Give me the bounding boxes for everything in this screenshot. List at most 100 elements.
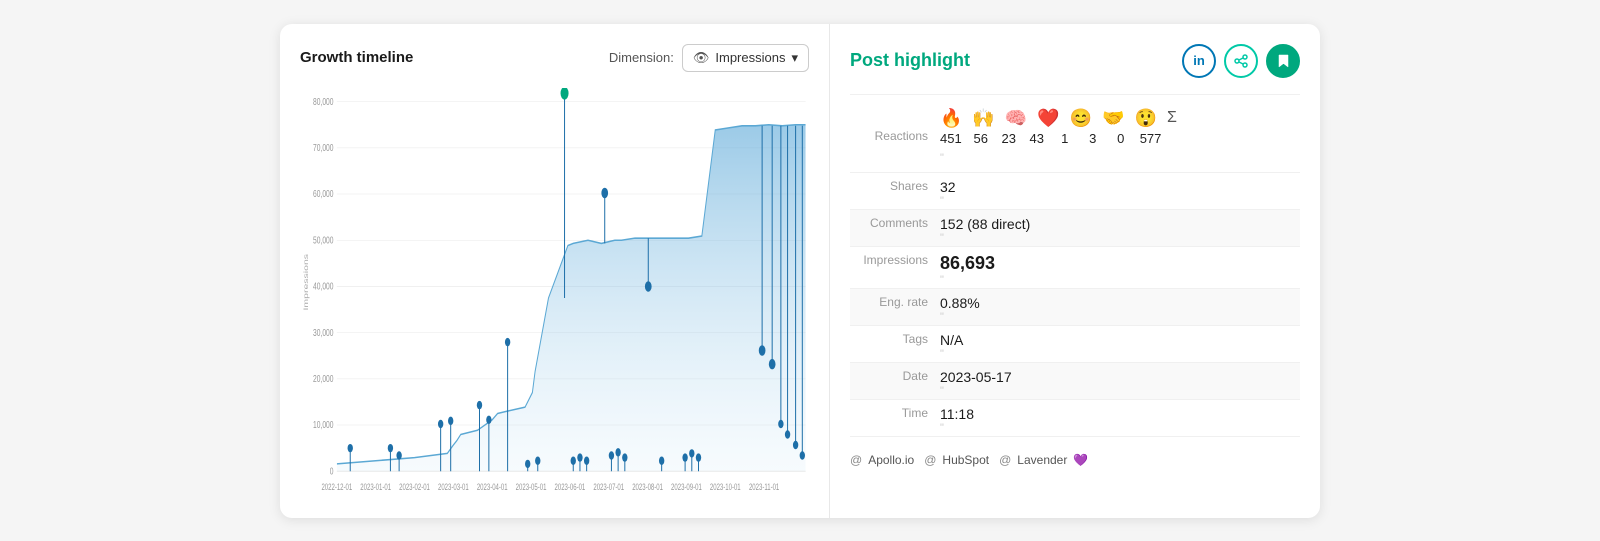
shares-sub: " <box>940 195 1300 207</box>
reaction-icon-smile: 😊 <box>1070 109 1092 127</box>
svg-text:2023-07-01: 2023-07-01 <box>593 481 624 492</box>
svg-text:2023-04-01: 2023-04-01 <box>477 481 508 492</box>
svg-text:2023-08-01: 2023-08-01 <box>632 481 663 492</box>
share-icon <box>1234 54 1248 68</box>
svg-text:2023-06-01: 2023-06-01 <box>555 481 586 492</box>
eye-icon: 👁 <box>693 50 710 66</box>
chart-title: Growth timeline <box>300 49 413 66</box>
tag-apollo-link[interactable]: Apollo.io <box>868 453 914 467</box>
svg-text:60,000: 60,000 <box>313 187 334 199</box>
eng-rate-value-col: 0.88% " <box>940 289 1300 325</box>
impressions-row: Impressions 86,693 " <box>850 247 1300 289</box>
impressions-sub: " <box>940 274 1300 286</box>
date-sub: " <box>940 385 1300 397</box>
dimension-value: Impressions <box>715 50 785 65</box>
time-value: 11:18 <box>940 406 1300 422</box>
tag-lavender-link[interactable]: Lavender <box>1017 453 1067 467</box>
header-actions: in <box>1182 44 1300 78</box>
comments-label: Comments <box>850 210 940 246</box>
svg-text:2023-09-01: 2023-09-01 <box>671 481 702 492</box>
eng-rate-value: 0.88% <box>940 295 1300 311</box>
eng-rate-sub: " <box>940 311 1300 323</box>
svg-text:20,000: 20,000 <box>313 372 334 384</box>
tag-at-apollo: @ <box>850 453 862 467</box>
date-label: Date <box>850 363 940 399</box>
right-panel: Post highlight in <box>830 24 1320 518</box>
bookmark-button[interactable] <box>1266 44 1300 78</box>
shares-row: Shares 32 " <box>850 173 1300 210</box>
svg-text:2023-11-01: 2023-11-01 <box>749 481 780 492</box>
dimension-dropdown[interactable]: 👁 Impressions ▾ <box>682 44 809 72</box>
reaction-icon-fire: 🔥 <box>940 109 962 127</box>
tag-at-hubspot: @ <box>924 453 936 467</box>
svg-text:2023-02-01: 2023-02-01 <box>399 481 430 492</box>
svg-text:0: 0 <box>330 464 334 476</box>
comments-row: Comments 152 (88 direct) " <box>850 210 1300 247</box>
time-sub: " <box>940 422 1300 434</box>
chevron-down-icon: ▾ <box>791 50 798 66</box>
impressions-label: Impressions <box>850 247 940 288</box>
reaction-val-smile: 1 <box>1056 131 1074 146</box>
reactions-label: Reactions <box>850 123 940 143</box>
tags-label: Tags <box>850 326 940 362</box>
comments-sub: " <box>940 232 1300 244</box>
info-rows: Shares 32 " Comments 152 (88 direct) " I… <box>850 173 1300 437</box>
date-value-col: 2023-05-17 " <box>940 363 1300 399</box>
impressions-value-col: 86,693 " <box>940 247 1300 288</box>
reaction-icon-clap: 🙌 <box>972 109 994 127</box>
share-button[interactable] <box>1224 44 1258 78</box>
chart-area: 0 10,000 20,000 30,000 40,000 50,000 60,… <box>300 88 809 508</box>
reactions-values-row: 451 56 23 43 1 3 0 577 <box>940 129 1300 152</box>
comments-value-col: 152 (88 direct) " <box>940 210 1300 246</box>
chart-header: Growth timeline Dimension: 👁 Impressions… <box>300 44 809 72</box>
svg-text:40,000: 40,000 <box>313 280 334 292</box>
reaction-icon-brain: 🧠 <box>1005 109 1027 127</box>
date-value: 2023-05-17 <box>940 369 1300 385</box>
svg-text:70,000: 70,000 <box>313 141 334 153</box>
tags-value-col: N/A " <box>940 326 1300 362</box>
linkedin-icon: in <box>1193 53 1205 68</box>
date-row: Date 2023-05-17 " <box>850 363 1300 400</box>
reaction-val-total: 577 <box>1140 131 1162 146</box>
svg-text:2023-01-01: 2023-01-01 <box>360 481 391 492</box>
tags-row: Tags N/A " <box>850 326 1300 363</box>
time-label: Time <box>850 400 940 436</box>
shares-value: 32 <box>940 179 1300 195</box>
growth-chart: 0 10,000 20,000 30,000 40,000 50,000 60,… <box>300 88 809 508</box>
impressions-value: 86,693 <box>940 253 1300 274</box>
eng-rate-row: Eng. rate 0.88% " <box>850 289 1300 326</box>
svg-text:2023-05-01: 2023-05-01 <box>516 481 547 492</box>
tags-value: N/A <box>940 332 1300 348</box>
linkedin-button[interactable]: in <box>1182 44 1216 78</box>
shares-label: Shares <box>850 173 940 209</box>
tag-hubspot-link[interactable]: HubSpot <box>942 453 989 467</box>
svg-text:10,000: 10,000 <box>313 418 334 430</box>
tags-sub: " <box>940 348 1300 360</box>
post-highlight-title: Post highlight <box>850 50 970 71</box>
shares-value-col: 32 " <box>940 173 1300 209</box>
heart-icon: 💜 <box>1073 453 1088 467</box>
reactions-icons-row: 🔥 🙌 🧠 ❤️ 😊 🤝 😲 Σ <box>940 103 1300 129</box>
reactions-sub: " <box>940 152 1300 168</box>
reaction-icon-handshake: 🤝 <box>1102 109 1124 127</box>
dimension-label: Dimension: <box>609 50 674 65</box>
reaction-val-wow: 0 <box>1112 131 1130 146</box>
dimension-control: Dimension: 👁 Impressions ▾ <box>609 44 809 72</box>
reaction-val-fire: 451 <box>940 131 962 146</box>
svg-text:2022-12-01: 2022-12-01 <box>321 481 352 492</box>
reaction-val-handshake: 3 <box>1084 131 1102 146</box>
time-value-col: 11:18 " <box>940 400 1300 436</box>
tag-at-lavender: @ <box>999 453 1011 467</box>
svg-text:80,000: 80,000 <box>313 95 334 107</box>
eng-rate-label: Eng. rate <box>850 289 940 325</box>
comments-value: 152 (88 direct) <box>940 216 1300 232</box>
reaction-icon-heart: ❤️ <box>1037 109 1059 127</box>
time-row: Time 11:18 " <box>850 400 1300 437</box>
sigma-icon: Σ <box>1167 109 1177 127</box>
svg-text:2023-10-01: 2023-10-01 <box>710 481 741 492</box>
svg-text:2023-03-01: 2023-03-01 <box>438 481 469 492</box>
left-panel: Growth timeline Dimension: 👁 Impressions… <box>280 24 830 518</box>
reaction-val-clap: 56 <box>972 131 990 146</box>
reaction-val-brain: 23 <box>1000 131 1018 146</box>
reaction-icon-wow: 😲 <box>1135 109 1157 127</box>
